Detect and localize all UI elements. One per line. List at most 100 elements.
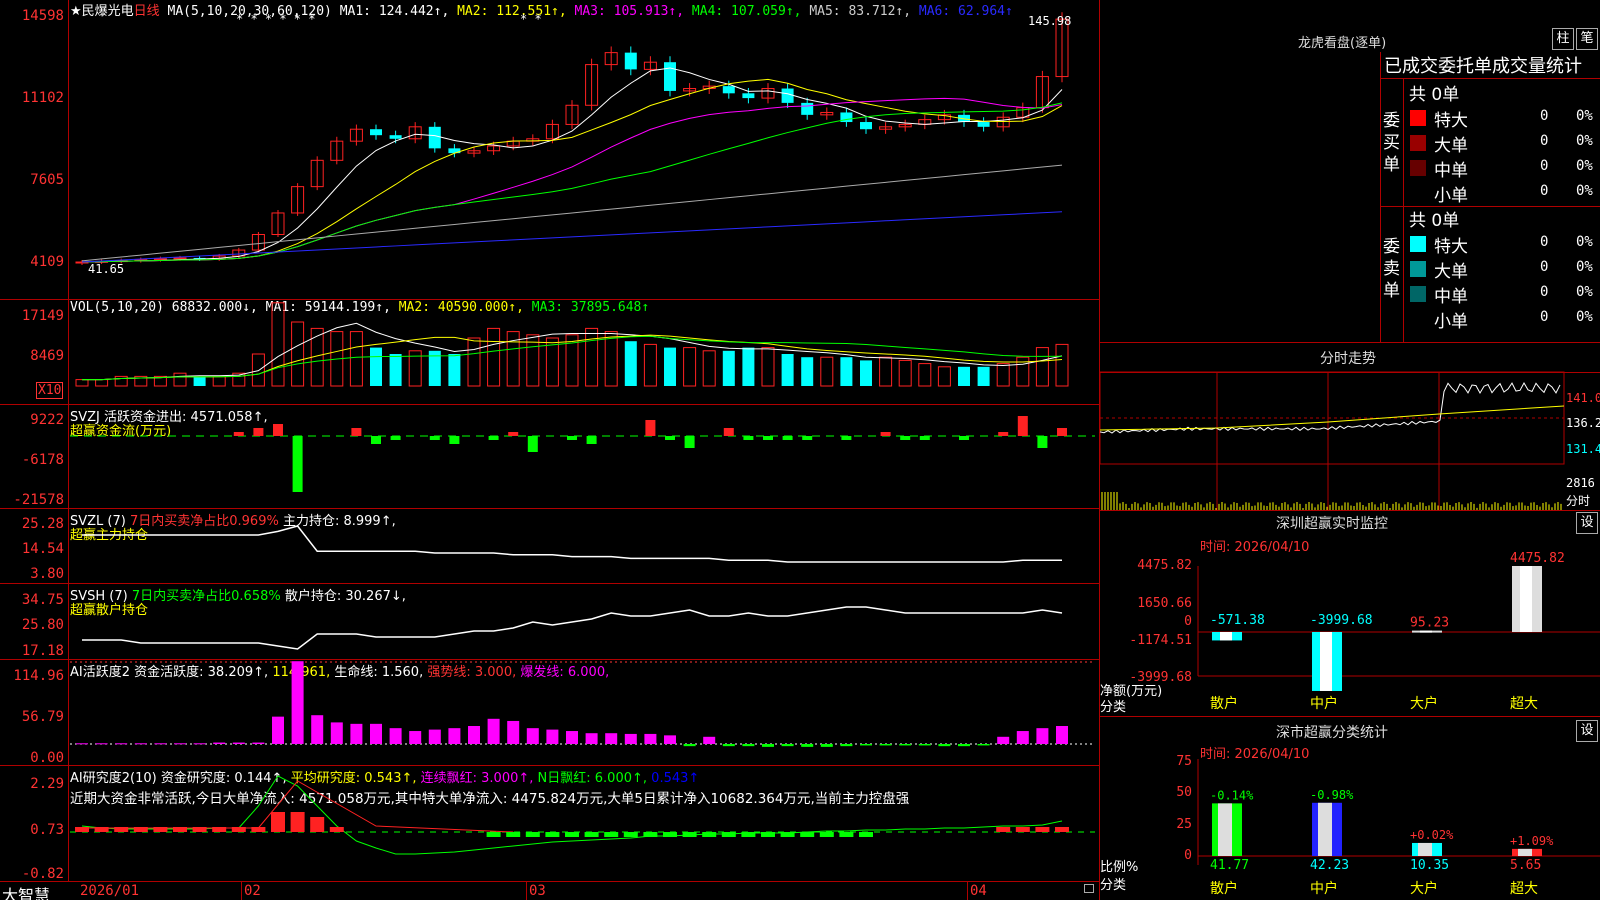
research-bar [329, 827, 344, 832]
cls-category-label: 大户 [1410, 880, 1438, 897]
research-bar [1055, 827, 1069, 832]
ai-bar [820, 744, 833, 747]
ma1-line [81, 67, 1063, 263]
svzj-bar [665, 436, 675, 440]
price-low-label: 41.65 [88, 262, 125, 276]
research-bar [545, 832, 560, 837]
buy-row-count: 0 [1540, 158, 1549, 174]
research-bar [800, 832, 815, 837]
date-tick-line-3 [526, 882, 527, 900]
research-bar [94, 827, 109, 832]
sz-monitor-chart[interactable]: -571.38 散户 -3999.68 中户 95.23 大户 4475.82 超大 [1100, 536, 1600, 716]
volume-bar [643, 343, 657, 387]
volume-bar [879, 356, 893, 387]
research-bar [839, 832, 854, 837]
buy-total: 共 0单 [1409, 85, 1460, 105]
volume-bar [937, 366, 951, 387]
volume-bar [251, 353, 265, 387]
svzj-bar [841, 436, 852, 440]
tl-price-line [1099, 381, 1561, 434]
buy-row-pct: 0% [1576, 133, 1593, 149]
candlestick-chart[interactable] [0, 0, 1100, 300]
bar-view-button[interactable]: 柱 [1552, 28, 1574, 50]
volume-bar [781, 354, 794, 386]
ai-active-chart[interactable] [0, 660, 1100, 765]
cls-change-label: +1.09% [1510, 834, 1554, 848]
volume-bar [977, 366, 990, 386]
svzj-bar [253, 428, 264, 436]
candle-body [977, 122, 990, 127]
cls-bar-4 [1512, 848, 1542, 856]
volume-bar [271, 302, 285, 387]
lhb-vline-2 [1403, 78, 1404, 342]
research-bar [310, 817, 325, 832]
date-tick-3: 03 [529, 883, 546, 899]
svzj-bar [959, 436, 969, 440]
buy-row-swatch [1410, 185, 1426, 201]
research-bar [133, 827, 148, 832]
research-bar [780, 832, 795, 837]
volume-chart[interactable] [0, 300, 1100, 405]
volume-bar [898, 359, 912, 387]
ai-bar [644, 733, 657, 744]
volume-bar [349, 331, 363, 387]
sz-monitor-settings-button[interactable]: 设 [1576, 512, 1598, 534]
lock-icon[interactable] [1084, 884, 1094, 893]
ai-bar [487, 718, 500, 744]
volume-bar [683, 347, 697, 387]
cls-category-label: 中户 [1310, 880, 1338, 897]
candle-body [664, 62, 676, 91]
buy-row-name: 中单 [1434, 161, 1468, 181]
cls-bar-shine [1518, 848, 1532, 856]
right-panel: 龙虎看盘(逐单) 柱 笔 已成交委托单成交量统计 委买单 委卖单 共 0单 共 … [1099, 0, 1600, 900]
cls-value-label: 42.23 [1310, 858, 1349, 873]
lhb-bottom-line [1100, 342, 1600, 343]
cls-settings-button[interactable]: 设 [1576, 720, 1598, 742]
cls-change-label: +0.02% [1410, 828, 1454, 842]
volume-bar [1055, 343, 1069, 387]
tl-axis-3: 131.4 [1566, 442, 1600, 456]
sell-row-pct: 0% [1576, 259, 1593, 275]
ai-bar [174, 743, 186, 745]
svzl-chart[interactable] [0, 509, 1100, 583]
ai-bar [526, 728, 539, 744]
buy-row-name: 特大 [1434, 111, 1468, 131]
svzj-bar [488, 436, 499, 440]
candle-body [781, 88, 794, 103]
timeline-chart[interactable] [1099, 371, 1565, 510]
svzj-bar [802, 436, 813, 440]
svzj-bar [763, 436, 773, 440]
candle-body [370, 129, 382, 136]
sz-bar-shine [1520, 566, 1532, 632]
research-bar [663, 832, 677, 837]
svsh-chart[interactable] [0, 584, 1100, 659]
svzj-chart[interactable] [0, 405, 1100, 509]
sz-bar-shine [1220, 632, 1232, 641]
research-line [81, 775, 1063, 855]
ai-bar [448, 728, 461, 744]
sz-monitor-title: 深圳超赢实时监控 [1276, 516, 1388, 532]
ai-bar [428, 729, 441, 744]
sell-row-count: 0 [1540, 259, 1549, 275]
ai-bar [1056, 726, 1068, 744]
lhb-title: 龙虎看盘(逐单) [1298, 36, 1387, 51]
volume-bar [918, 363, 932, 387]
cls-chart[interactable]: -0.14% 41.77 散户 -0.98% 42.23 中户 +0.02% 10.35 大户 +… [1100, 745, 1600, 900]
tick-view-button[interactable]: 笔 [1576, 28, 1598, 50]
volume-bar [291, 321, 305, 387]
chart-area[interactable]: ★民爆光电日线 MA(5,10,20,30,60,120) MA1: 124.4… [0, 0, 1100, 900]
volume-bar [820, 356, 834, 387]
volume-bar [467, 337, 481, 387]
candle-body [173, 257, 187, 260]
research-bar [1015, 827, 1030, 832]
ai-research-chart[interactable] [0, 766, 1100, 882]
ai-bar [546, 729, 559, 744]
order-stats-tabs[interactable]: 已成交委托单成交量统计 [1384, 52, 1600, 78]
buy-row-count: 0 [1540, 108, 1549, 124]
price-high-label: 145.98 [1028, 14, 1072, 28]
timeline-bottom [1100, 510, 1600, 511]
research-bar [173, 827, 187, 832]
candle-body [742, 93, 755, 99]
svzj-bar [919, 436, 930, 440]
buy-row-count: 0 [1540, 183, 1549, 199]
